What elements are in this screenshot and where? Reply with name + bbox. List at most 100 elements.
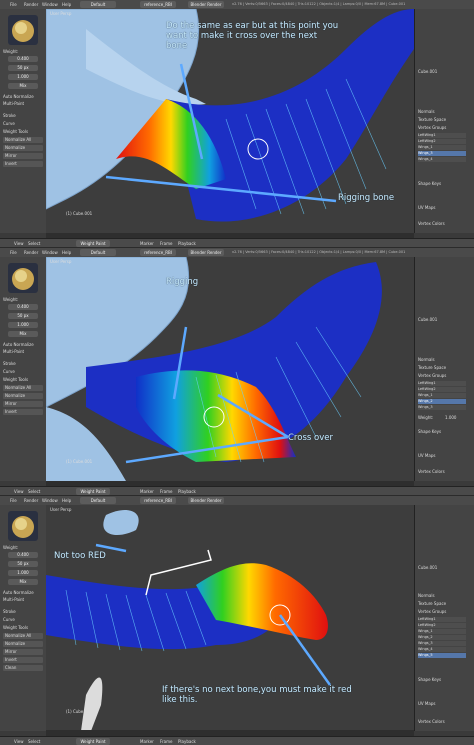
- menu-marker[interactable]: Marker: [140, 487, 154, 495]
- layout-select[interactable]: Default: [80, 1, 116, 8]
- weight-tools-section[interactable]: Weight Tools: [3, 129, 28, 135]
- radius-field[interactable]: 50 px: [8, 65, 38, 71]
- menu-file[interactable]: File: [10, 248, 17, 257]
- render-engine-select[interactable]: Blender Render: [188, 249, 224, 256]
- vertex-group-item[interactable]: Wings_4: [418, 647, 466, 652]
- menu-select[interactable]: Select: [28, 487, 40, 495]
- menu-window[interactable]: Window: [42, 248, 58, 257]
- strength-field[interactable]: 1.000: [8, 570, 38, 576]
- section-uv-maps[interactable]: UV Maps: [418, 453, 435, 459]
- menu-frame[interactable]: Frame: [160, 239, 172, 247]
- vertex-group-item[interactable]: Wings_2: [418, 635, 466, 640]
- strength-field[interactable]: 1.000: [8, 74, 38, 80]
- mode-select[interactable]: Weight Paint: [76, 738, 110, 745]
- section-shape-keys[interactable]: Shape Keys: [418, 677, 441, 683]
- menu-frame[interactable]: Frame: [160, 487, 172, 495]
- menu-render[interactable]: Render: [24, 496, 38, 505]
- 3d-viewport[interactable]: User Persp (1) Cube.001 Not too RED If t…: [46, 505, 414, 731]
- normalize-all-button[interactable]: Normalize All: [3, 137, 43, 143]
- vertex-group-item[interactable]: LeftWing1: [418, 617, 466, 622]
- menu-marker[interactable]: Marker: [140, 239, 154, 247]
- mode-select[interactable]: Weight Paint: [76, 240, 110, 247]
- vertex-group-item[interactable]: Wings_3: [418, 405, 466, 410]
- menu-file[interactable]: File: [10, 0, 17, 9]
- section-texture-space[interactable]: Texture Space: [418, 601, 446, 607]
- section-normals[interactable]: Normals: [418, 357, 435, 363]
- section-shape-keys[interactable]: Shape Keys: [418, 181, 441, 187]
- mirror-button[interactable]: Mirror: [3, 153, 43, 159]
- section-normals[interactable]: Normals: [418, 109, 435, 115]
- auto-normalize-checkbox[interactable]: Auto Normalize: [3, 94, 34, 100]
- vertex-group-item[interactable]: Wings_1: [418, 145, 466, 150]
- blend-field[interactable]: Mix: [8, 579, 38, 585]
- vertex-group-item-selected[interactable]: Wings_3: [418, 151, 466, 156]
- menu-playback[interactable]: Playback: [178, 487, 196, 495]
- section-vertex-colors[interactable]: Vertex Colors: [418, 719, 445, 725]
- section-vertex-groups[interactable]: Vertex Groups: [418, 373, 446, 379]
- auto-normalize-checkbox[interactable]: Auto Normalize: [3, 342, 34, 348]
- brush-thumbnail[interactable]: [8, 263, 38, 293]
- mirror-button[interactable]: Mirror: [3, 649, 43, 655]
- scene-select[interactable]: reference_RBI: [140, 1, 176, 8]
- menu-help[interactable]: Help: [62, 496, 71, 505]
- section-uv-maps[interactable]: UV Maps: [418, 205, 435, 211]
- mode-select[interactable]: Weight Paint: [76, 488, 110, 495]
- menu-render[interactable]: Render: [24, 0, 38, 9]
- section-texture-space[interactable]: Texture Space: [418, 365, 446, 371]
- menu-file[interactable]: File: [10, 496, 17, 505]
- multi-paint-checkbox[interactable]: Multi-Paint: [3, 349, 24, 355]
- brush-thumbnail[interactable]: [8, 511, 38, 541]
- menu-help[interactable]: Help: [62, 0, 71, 9]
- weight-field[interactable]: 0.400: [8, 56, 38, 62]
- layout-select[interactable]: Default: [80, 249, 116, 256]
- radius-field[interactable]: 50 px: [8, 313, 38, 319]
- section-vertex-groups[interactable]: Vertex Groups: [418, 609, 446, 615]
- scene-select[interactable]: reference_RBI: [140, 497, 176, 504]
- vertex-group-item[interactable]: LeftWing1: [418, 133, 466, 138]
- curve-section[interactable]: Curve: [3, 617, 15, 623]
- multi-paint-checkbox[interactable]: Multi-Paint: [3, 597, 24, 603]
- section-uv-maps[interactable]: UV Maps: [418, 701, 435, 707]
- menu-help[interactable]: Help: [62, 248, 71, 257]
- invert-button[interactable]: Invert: [3, 409, 43, 415]
- vertex-group-item[interactable]: LeftWing2: [418, 139, 466, 144]
- blend-field[interactable]: Mix: [8, 83, 38, 89]
- scene-select[interactable]: reference_RBI: [140, 249, 176, 256]
- blend-field[interactable]: Mix: [8, 331, 38, 337]
- brush-thumbnail[interactable]: [8, 15, 38, 45]
- normalize-all-button[interactable]: Normalize All: [3, 385, 43, 391]
- menu-view[interactable]: View: [14, 737, 24, 745]
- curve-section[interactable]: Curve: [3, 121, 15, 127]
- vertex-group-item[interactable]: Wings_1: [418, 393, 466, 398]
- stroke-section[interactable]: Stroke: [3, 609, 16, 615]
- 3d-viewport[interactable]: User Persp (1) Cube.001 Rigging Cross ov…: [46, 257, 414, 481]
- vertex-group-item[interactable]: LeftWing1: [418, 381, 466, 386]
- multi-paint-checkbox[interactable]: Multi-Paint: [3, 101, 24, 107]
- vertex-group-item-selected[interactable]: Wings_5: [418, 653, 466, 658]
- vertex-group-item[interactable]: LeftWing2: [418, 623, 466, 628]
- vertex-group-item[interactable]: Wings_4: [418, 157, 466, 162]
- section-vertex-colors[interactable]: Vertex Colors: [418, 221, 445, 227]
- menu-frame[interactable]: Frame: [160, 737, 172, 745]
- section-shape-keys[interactable]: Shape Keys: [418, 429, 441, 435]
- clean-button[interactable]: Clean: [3, 665, 43, 671]
- menu-select[interactable]: Select: [28, 239, 40, 247]
- weight-tools-section[interactable]: Weight Tools: [3, 625, 28, 631]
- invert-button[interactable]: Invert: [3, 657, 43, 663]
- vertex-group-item[interactable]: LeftWing2: [418, 387, 466, 392]
- menu-window[interactable]: Window: [42, 0, 58, 9]
- weight-field[interactable]: 0.400: [8, 304, 38, 310]
- weight-value[interactable]: 1.000: [445, 415, 456, 421]
- strength-field[interactable]: 1.000: [8, 322, 38, 328]
- menu-select[interactable]: Select: [28, 737, 40, 745]
- menu-render[interactable]: Render: [24, 248, 38, 257]
- vertex-group-item[interactable]: Wings_1: [418, 629, 466, 634]
- section-vertex-colors[interactable]: Vertex Colors: [418, 469, 445, 475]
- invert-button[interactable]: Invert: [3, 161, 43, 167]
- menu-view[interactable]: View: [14, 487, 24, 495]
- weight-field[interactable]: 0.400: [8, 552, 38, 558]
- normalize-button[interactable]: Normalize: [3, 641, 43, 647]
- mirror-button[interactable]: Mirror: [3, 401, 43, 407]
- section-texture-space[interactable]: Texture Space: [418, 117, 446, 123]
- render-engine-select[interactable]: Blender Render: [188, 497, 224, 504]
